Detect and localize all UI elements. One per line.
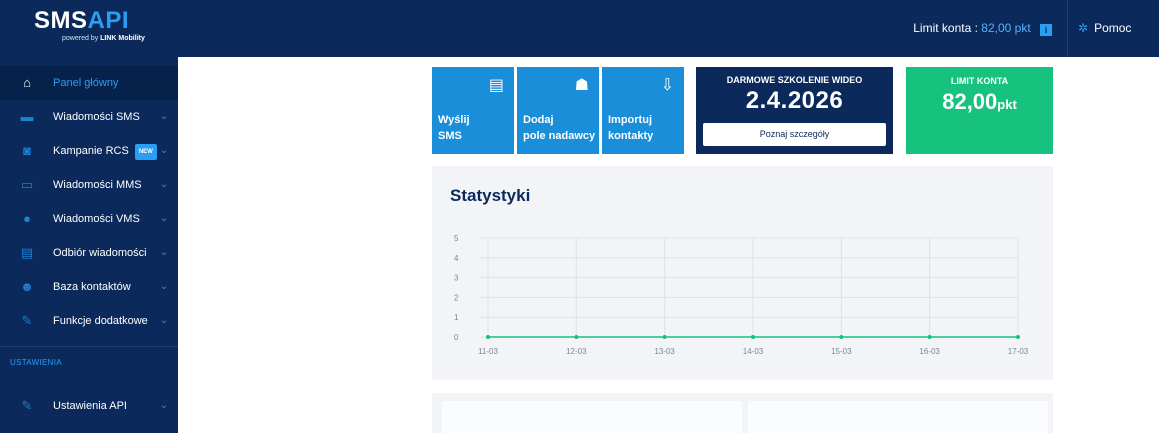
data-point — [662, 335, 667, 339]
sidebar-item-label: Wiadomości SMS — [53, 111, 140, 123]
sidebar-item-label: Wiadomości MMS — [53, 179, 142, 191]
contacts-icon: ☻ — [20, 279, 34, 294]
sidebar: ⌂ Panel główny ▬ Wiadomości SMS ⌄ ◙ Kamp… — [0, 57, 178, 433]
sidebar-item-vms[interactable]: ● Wiadomości VMS ⌄ — [0, 202, 178, 236]
limit-card-value: 82,00pkt — [942, 89, 1017, 114]
top-bar: SMSAPI powered by LINK Mobility Limit ko… — [0, 0, 1159, 57]
sidebar-item-dashboard[interactable]: ⌂ Panel główny — [0, 66, 178, 100]
statistics-chart: 0 1 2 3 4 5 11-03 12-03 13-03 14-03 15-03 16-03 17-0… — [454, 234, 1029, 356]
chevron-down-icon: ⌄ — [159, 281, 168, 292]
sidebar-item-label: Funkcje dodatkowe — [53, 315, 148, 327]
send-sms-label: Wyślij SMS — [438, 114, 470, 142]
chevron-down-icon: ⌄ — [159, 145, 168, 156]
x-tick-label: 15-03 — [831, 347, 852, 356]
x-tick-label: 14-03 — [743, 347, 764, 356]
inbox-download-icon: ⇩ — [660, 77, 674, 94]
bottom-panel-right — [748, 401, 1048, 433]
add-sender-label: Dodaj pole nadawcy — [523, 114, 596, 142]
limit-card-title: LIMIT KONTA — [950, 76, 1009, 86]
video-training-promo: DARMOWE SZKOLENIE WIDEO 2.4.2026 Poznaj … — [696, 67, 893, 154]
y-tick-label: 5 — [454, 234, 459, 243]
account-limit-card: LIMIT KONTA 82,00pkt — [906, 67, 1053, 154]
gear-icon: ✲ — [1078, 21, 1089, 35]
sidebar-item-label: Ustawienia API — [53, 400, 127, 412]
sidebar-item-contacts[interactable]: ☻ Baza kontaktów ⌄ — [0, 270, 178, 304]
account-limit-label: Limit konta : — [913, 21, 978, 35]
wrench-icon: ✎ — [21, 398, 33, 413]
chat-icon: ◙ — [23, 143, 31, 158]
y-tick-label: 2 — [454, 293, 459, 302]
section-divider — [0, 346, 178, 347]
statistics-panel: Statystyki 0 1 2 3 4 5 11-03 12-03 13-03 14-03 15-… — [432, 166, 1053, 380]
data-point — [486, 335, 490, 339]
add-sender-tile[interactable]: ☗ Dodaj pole nadawcy — [517, 67, 599, 154]
chevron-down-icon: ⌄ — [159, 400, 168, 411]
help-label: Pomoc — [1094, 21, 1132, 35]
inbox-icon: ▤ — [20, 245, 34, 260]
data-point — [574, 335, 579, 339]
account-limit: Limit konta : 82,00 pkt i — [913, 0, 1052, 57]
data-point — [927, 335, 932, 339]
account-limit-value: 82,00 pkt — [981, 21, 1031, 35]
promo-title: DARMOWE SZKOLENIE WIDEO — [726, 75, 863, 85]
sidebar-item-mms[interactable]: ▭ Wiadomości MMS ⌄ — [0, 168, 178, 202]
sidebar-item-rcs[interactable]: ◙ Kampanie RCS NEW ⌄ — [0, 134, 178, 168]
y-tick-label: 1 — [454, 313, 459, 322]
import-contacts-tile[interactable]: ⇩ Importuj kontakty — [602, 67, 684, 154]
new-badge: NEW — [134, 144, 157, 160]
sidebar-item-sms[interactable]: ▬ Wiadomości SMS ⌄ — [0, 100, 178, 134]
sidebar-item-api-settings[interactable]: ✎ Ustawienia API ⌄ — [0, 389, 178, 423]
settings-section-title: USTAWIENIA — [10, 358, 62, 367]
chevron-down-icon: ⌄ — [159, 179, 168, 190]
sidebar-item-label: Panel główny — [53, 77, 119, 89]
data-point — [839, 335, 844, 339]
logo[interactable]: SMSAPI powered by LINK Mobility — [0, 0, 178, 57]
x-tick-label: 11-03 — [478, 347, 498, 356]
y-tick-label: 3 — [454, 274, 459, 283]
home-icon: ⌂ — [23, 75, 31, 90]
promo-date: 2.4.2026 — [745, 87, 844, 114]
data-point — [1016, 335, 1020, 339]
wrench-icon: ✎ — [21, 313, 33, 328]
message-icon: ▬ — [20, 109, 34, 124]
x-tick-label: 17-03 — [1008, 347, 1029, 356]
sidebar-item-label: Kampanie RCS NEW — [53, 144, 157, 160]
bottom-panel-left — [442, 401, 742, 433]
help-button[interactable]: ✲ Pomoc — [1067, 0, 1159, 57]
logo-tagline: powered by LINK Mobility — [62, 35, 145, 42]
chevron-down-icon: ⌄ — [159, 111, 168, 122]
y-tick-label: 0 — [454, 333, 459, 342]
y-tick-label: 4 — [454, 254, 459, 263]
chevron-down-icon: ⌄ — [159, 247, 168, 258]
x-tick-label: 13-03 — [654, 347, 675, 356]
microphone-icon: ● — [23, 211, 31, 226]
promo-details-button[interactable]: Poznaj szczegóły — [703, 123, 886, 146]
add-user-icon: ☗ — [574, 77, 589, 94]
send-sms-tile[interactable]: ▤ Wyślij SMS — [432, 67, 514, 154]
chevron-down-icon: ⌄ — [159, 315, 168, 326]
data-point — [751, 335, 755, 339]
bottom-panel — [432, 393, 1053, 433]
chevron-down-icon: ⌄ — [159, 213, 168, 224]
x-tick-label: 16-03 — [919, 347, 940, 356]
x-tick-label: 12-03 — [566, 347, 587, 356]
logo-text: SMSAPI — [34, 7, 130, 34]
sidebar-item-inbox[interactable]: ▤ Odbiór wiadomości ⌄ — [0, 236, 178, 270]
sidebar-item-extras[interactable]: ✎ Funkcje dodatkowe ⌄ — [0, 304, 178, 338]
sidebar-item-label: Baza kontaktów — [53, 281, 131, 293]
sidebar-item-label: Odbiór wiadomości — [53, 247, 147, 259]
info-icon[interactable]: i — [1040, 24, 1052, 36]
image-icon: ▭ — [20, 177, 34, 192]
sidebar-item-label: Wiadomości VMS — [53, 213, 140, 225]
message-icon: ▤ — [488, 77, 504, 94]
import-contacts-label: Importuj kontakty — [608, 114, 654, 142]
